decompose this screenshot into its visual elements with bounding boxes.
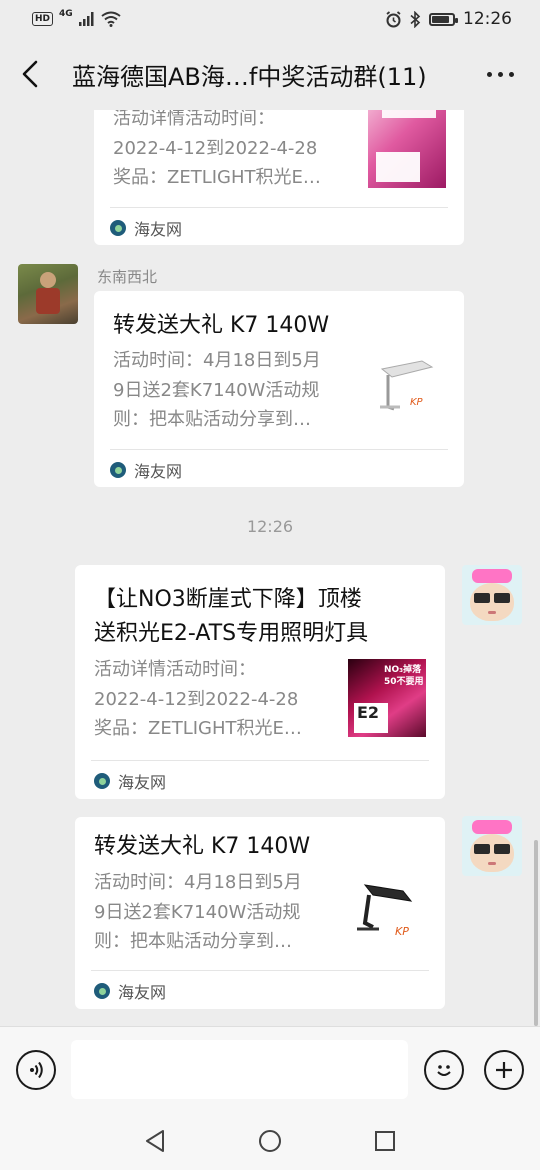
card-title: 转发送大礼 K7 140W: [94, 834, 311, 859]
haiyou-logo-icon: [94, 983, 110, 999]
wifi-icon: [101, 11, 121, 27]
promo-text: E2: [357, 703, 380, 722]
emoji-button[interactable]: [424, 1050, 464, 1090]
card-source: 海友网: [134, 220, 183, 239]
system-back-button[interactable]: [142, 1128, 168, 1154]
link-card-message[interactable]: 活动详情活动时间： 2022-4-12到2022-4-28 奖品：ZETLIGH…: [94, 110, 464, 245]
plus-icon: [496, 1062, 512, 1078]
card-source: 海友网: [134, 462, 183, 481]
lamp-fixture-drawing: KP: [357, 884, 413, 938]
message-input[interactable]: [71, 1040, 408, 1099]
signal-icon: [78, 12, 94, 26]
message-list[interactable]: 活动详情活动时间： 2022-4-12到2022-4-28 奖品：ZETLIGH…: [0, 110, 540, 1026]
input-bar: [0, 1026, 540, 1112]
black-lamp-fixture-image: KP: [351, 871, 429, 949]
voice-input-button[interactable]: [16, 1050, 56, 1090]
card-description-line: 9日送2套K7140W活动规: [113, 379, 320, 401]
card-description-line: 活动时间：4月18日到5月: [94, 872, 302, 893]
alarm-icon: [386, 10, 401, 27]
avatar[interactable]: [462, 816, 522, 876]
system-navigation-bar: [0, 1112, 540, 1170]
chat-header: 蓝海德国AB海…f中奖活动群(11): [0, 38, 540, 110]
pink-led-promo-image: [368, 110, 446, 188]
bluetooth-icon: [410, 10, 421, 28]
timestamp: 12:26: [246, 517, 294, 536]
haiyou-logo-icon: [110, 462, 126, 478]
more-functions-button[interactable]: [484, 1050, 524, 1090]
battery-level-fill: [432, 15, 449, 23]
clock-time: 12:26: [463, 9, 512, 29]
chat-title: 蓝海德国AB海…f中奖活动群(11): [72, 62, 427, 91]
card-description-line: 活动详情活动时间：: [113, 110, 275, 129]
more-options-button[interactable]: [460, 38, 540, 110]
avatar[interactable]: [462, 565, 522, 625]
card-description-line: 活动时间：4月18日到5月: [113, 350, 321, 371]
more-dot-icon: [497, 71, 503, 77]
svg-text:KP: KP: [395, 925, 409, 938]
chevron-left-icon: [22, 60, 38, 88]
card-description-line: 则：把本贴活动分享到…: [113, 409, 311, 430]
pink-led-promo-image: NO₃掉落 50不要用 E2: [348, 659, 426, 737]
triangle-back-icon: [146, 1130, 164, 1152]
haiyou-logo-icon: [110, 220, 126, 236]
status-bar: HD 4G 12:26: [0, 0, 540, 38]
lamp-fixture-drawing: KP: [380, 360, 434, 411]
square-recents-icon: [375, 1131, 395, 1151]
smiley-icon: [437, 1065, 451, 1076]
card-source: 海友网: [118, 983, 167, 1002]
card-description-line: 2022-4-12到2022-4-28: [94, 688, 299, 710]
card-title-line: 送积光E2-ATS专用照明灯具: [94, 621, 369, 646]
card-description-line: 奖品：ZETLIGHT积光E…: [113, 167, 321, 188]
card-source: 海友网: [118, 773, 167, 792]
link-card-message[interactable]: 转发送大礼 K7 140W 活动时间：4月18日到5月 9日送2套K7140W活…: [75, 817, 445, 1009]
hd-voice-icon: HD: [32, 12, 54, 26]
battery-icon: [429, 12, 458, 26]
card-description-line: 则：把本贴活动分享到…: [94, 931, 292, 952]
link-card-message[interactable]: 【让NO3断崖式下降】顶楼 送积光E2-ATS专用照明灯具 活动详情活动时间： …: [75, 565, 445, 799]
scrollbar[interactable]: [534, 840, 538, 1026]
card-description-line: 9日送2套K7140W活动规: [94, 901, 301, 923]
more-dot-icon: [508, 71, 514, 77]
sender-name: 东南西北: [97, 268, 158, 286]
haiyou-logo-icon: [94, 773, 110, 789]
card-description-line: 奖品：ZETLIGHT积光E…: [94, 718, 302, 739]
card-title: 转发送大礼 K7 140W: [113, 313, 330, 338]
card-description-line: 2022-4-12到2022-4-28: [113, 137, 318, 159]
system-home-button[interactable]: [257, 1128, 283, 1154]
white-lamp-fixture-image: KP: [370, 349, 448, 427]
back-button[interactable]: [0, 38, 60, 110]
link-card-message[interactable]: 转发送大礼 K7 140W 活动时间：4月18日到5月 9日送2套K7140W活…: [94, 291, 464, 487]
more-dot-icon: [486, 71, 492, 77]
avatar[interactable]: [18, 264, 78, 324]
card-description-line: 活动详情活动时间：: [94, 659, 256, 680]
circle-home-icon: [259, 1130, 281, 1152]
network-type: 4G: [59, 9, 73, 19]
card-title-line: 【让NO3断崖式下降】顶楼: [94, 587, 362, 612]
voice-icon: [30, 1061, 43, 1079]
promo-text: 50不要用: [384, 677, 424, 687]
svg-text:KP: KP: [410, 397, 424, 408]
system-recents-button[interactable]: [372, 1128, 398, 1154]
